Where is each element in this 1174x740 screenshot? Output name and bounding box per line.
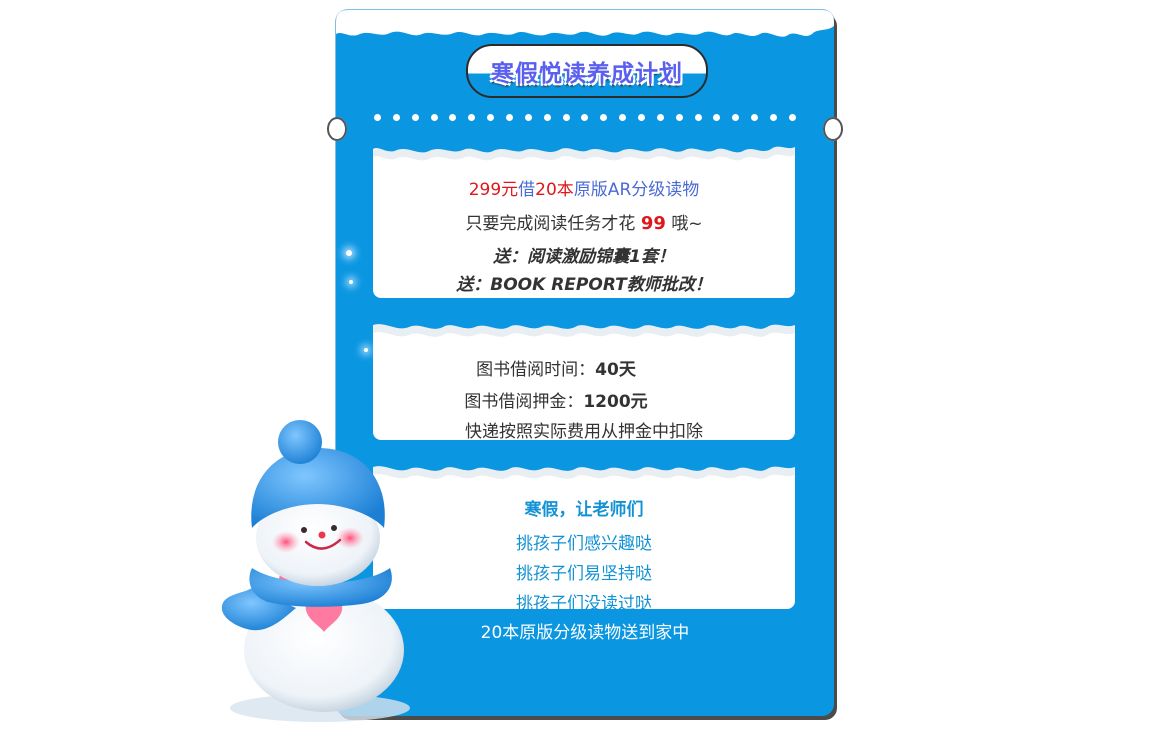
ticket-notch-right — [823, 117, 843, 141]
rental-time-value: 40天 — [595, 360, 636, 380]
bonus-1: 送：阅读激励锦囊1套！ — [493, 247, 675, 267]
divider-dot — [449, 114, 457, 121]
divider-dot — [713, 114, 721, 121]
rental-card: 图书借阅时间：40天 图书借阅押金：1200元 快递按照实际费用从押金中扣除 — [373, 315, 795, 442]
divider-dot — [430, 114, 438, 121]
divider-dot — [751, 114, 759, 121]
snow-cap-top — [336, 10, 834, 37]
snowman-illustration — [221, 420, 410, 722]
divider-dot — [468, 114, 476, 121]
offer-borrow: 借 — [518, 180, 536, 200]
divider-dot — [770, 114, 778, 121]
ticket-notch-left — [327, 117, 347, 141]
rental-time: 图书借阅时间：40天 — [345, 355, 767, 380]
divider-dot — [656, 114, 664, 121]
divider-dot — [619, 114, 627, 121]
divider-dot — [600, 114, 608, 121]
rental-time-label: 图书借阅时间： — [476, 360, 596, 380]
sparkle — [346, 250, 352, 256]
offer-price: 299元 — [468, 180, 519, 200]
offer-headline: 299元借20本原版AR分级读物 — [373, 175, 795, 200]
poster-title: 寒假悦读养成计划 — [491, 61, 683, 87]
rental-deposit: 图书借阅押金：1200元 — [345, 387, 767, 412]
divider-dot — [562, 114, 570, 121]
divider-dot — [543, 114, 551, 121]
bonus-2: 送：BOOK REPORT教师批改！ — [456, 275, 712, 295]
offer-condition-number: 99 — [640, 213, 666, 234]
divider-dot — [732, 114, 740, 121]
divider-dot — [506, 114, 514, 121]
dot-divider — [374, 114, 796, 122]
snow-edge — [373, 315, 795, 337]
teacher-card: 寒假，让老师们 挑孩子们感兴趣哒 挑孩子们易坚持哒 挑孩子们没读过哒 — [373, 459, 795, 614]
teacher-point-2: 挑孩子们易坚持哒 — [516, 564, 652, 584]
sparkle — [364, 348, 368, 352]
divider-dot — [638, 114, 646, 121]
offer-count: 20本 — [535, 180, 574, 200]
teacher-point-3: 挑孩子们没读过哒 — [516, 594, 652, 614]
divider-dot — [374, 114, 381, 121]
offer-card: 299元借20本原版AR分级读物 只要完成阅读任务才花 99 哦~ 送：阅读激励… — [373, 133, 795, 298]
divider-dot — [788, 114, 796, 121]
offer-condition-suffix: 哦~ — [671, 214, 703, 234]
rental-deposit-value: 1200元 — [583, 392, 648, 412]
snow-edge — [373, 459, 795, 479]
rental-deposit-label: 图书借阅押金： — [464, 392, 584, 412]
sparkle — [349, 280, 353, 284]
offer-product: 原版AR分级读物 — [573, 180, 700, 200]
teacher-point-1: 挑孩子们感兴趣哒 — [516, 534, 652, 554]
title-banner: 寒假悦读养成计划 — [466, 44, 708, 98]
divider-dot — [392, 114, 400, 121]
offer-condition-prefix: 只要完成阅读任务才花 — [465, 214, 636, 234]
divider-dot — [524, 114, 532, 121]
divider-dot — [694, 114, 702, 121]
teacher-heading: 寒假，让老师们 — [524, 500, 644, 520]
offer-condition: 只要完成阅读任务才花 99 哦~ — [373, 209, 795, 234]
divider-dot — [581, 114, 589, 121]
divider-dot — [411, 114, 419, 121]
divider-dot — [487, 114, 495, 121]
shipping-note: 快递按照实际费用从押金中扣除 — [465, 422, 703, 442]
divider-dot — [675, 114, 683, 121]
snow-edge — [373, 133, 795, 161]
